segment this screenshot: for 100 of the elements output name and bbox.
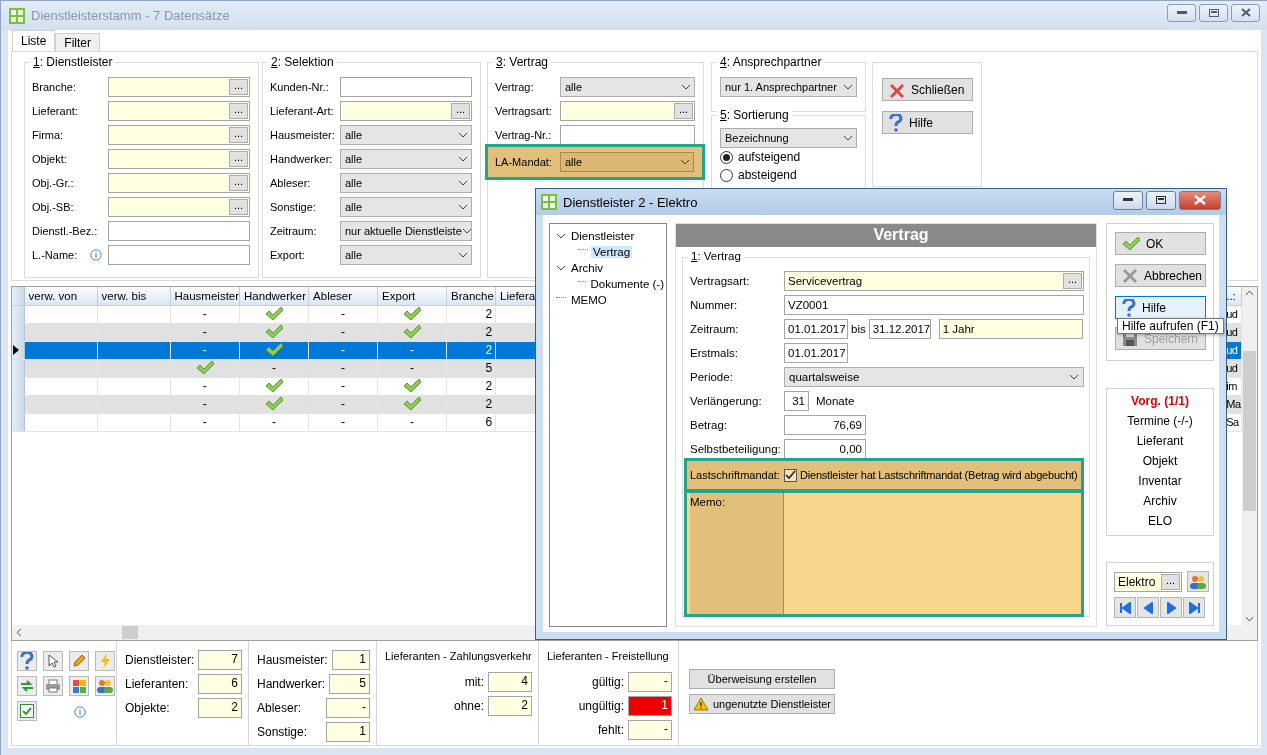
dropdown[interactable]: alle <box>340 197 472 217</box>
lookup-field[interactable]: Servicevertrag ... <box>784 271 1084 291</box>
tree-item[interactable]: MEMO <box>569 294 609 306</box>
collapse-icon[interactable] <box>556 232 566 240</box>
toolbar-button[interactable] <box>17 676 37 696</box>
minimize-button[interactable] <box>1167 3 1196 22</box>
dropdown[interactable]: nur aktuelle Dienstleiste <box>340 221 472 241</box>
tab[interactable]: Liste <box>12 30 56 51</box>
lookup-field[interactable]: ... <box>108 101 250 121</box>
help-button[interactable]: Hilfe <box>1115 296 1206 319</box>
column-header[interactable]: verw. bis <box>97 287 170 305</box>
toolbar-button[interactable] <box>69 676 89 696</box>
toolbar-button[interactable] <box>43 676 63 696</box>
scroll-left-icon[interactable] <box>16 628 22 637</box>
nav-link[interactable]: Objekt <box>1142 454 1178 470</box>
lookup-field[interactable]: ... <box>108 173 250 193</box>
amount-field[interactable]: 76,69 <box>784 415 866 435</box>
dropdown[interactable]: alle <box>340 173 472 193</box>
nav-link[interactable]: Termine (-/-) <box>1127 414 1193 430</box>
lookup-field[interactable]: ... <box>560 101 695 121</box>
toolbar-button[interactable] <box>95 676 115 696</box>
dropdown[interactable]: nur 1. Ansprechpartner <box>720 77 857 97</box>
dropdown[interactable]: quartalsweise <box>784 367 1084 387</box>
browse-button[interactable]: ... <box>1161 573 1180 590</box>
close-button[interactable]: Schließen <box>882 78 973 101</box>
last-button[interactable] <box>1183 597 1205 618</box>
tab[interactable]: Filter <box>55 33 101 51</box>
browse-button[interactable]: ... <box>1063 273 1082 289</box>
text-field[interactable] <box>108 245 250 265</box>
browse-button[interactable]: ... <box>229 175 248 191</box>
first-button[interactable] <box>1114 597 1136 618</box>
text-field[interactable] <box>560 125 695 145</box>
dropdown[interactable]: Bezeichnung <box>720 128 857 148</box>
dropdown[interactable]: alle <box>560 77 695 97</box>
browse-button[interactable]: ... <box>229 199 248 215</box>
cancel-button[interactable]: Abbrechen <box>1115 264 1206 287</box>
scrollbar-thumb[interactable] <box>1243 351 1256 511</box>
collapse-icon[interactable] <box>556 264 566 272</box>
nav-link[interactable]: Archiv <box>1143 494 1177 510</box>
lookup-field[interactable]: ... <box>108 125 250 145</box>
scroll-down-icon[interactable] <box>1245 616 1254 622</box>
toolbar-button[interactable] <box>43 651 63 671</box>
scroll-up-icon[interactable] <box>1245 290 1254 296</box>
close-button[interactable] <box>1231 3 1260 22</box>
maximize-button[interactable] <box>1199 3 1228 22</box>
text-field[interactable] <box>340 77 472 97</box>
next-button[interactable] <box>1160 597 1182 618</box>
lookup-field[interactable]: Elektro ... <box>1114 571 1182 592</box>
date-field[interactable]: 01.01.2017 <box>784 319 848 339</box>
maximize-button[interactable] <box>1146 190 1176 210</box>
toolbar-button[interactable] <box>17 651 37 671</box>
lookup-field[interactable]: ... <box>340 101 472 121</box>
action-button[interactable]: Überweisung erstellen <box>689 669 835 689</box>
column-header[interactable]: Liefera <box>495 287 536 305</box>
duration-field[interactable]: 1 Jahr <box>938 319 1083 339</box>
browse-button[interactable]: ... <box>229 151 248 167</box>
nav-link[interactable]: ELO <box>1148 514 1172 530</box>
text-field[interactable]: VZ0001 <box>784 295 1084 315</box>
toolbar-button[interactable] <box>17 701 37 721</box>
dropdown[interactable]: alle <box>340 149 472 169</box>
column-header[interactable]: Export <box>377 287 447 305</box>
dropdown[interactable]: alle <box>560 152 694 172</box>
browse-button[interactable]: ... <box>229 103 248 119</box>
toolbar-button[interactable] <box>69 651 89 671</box>
nav-link[interactable]: Inventar <box>1138 474 1182 490</box>
browse-button[interactable]: ... <box>674 103 693 119</box>
column-header[interactable]: Ableser <box>308 287 378 305</box>
column-header[interactable]: Hausmeister <box>170 287 240 305</box>
action-button[interactable]: ungenutzte Dienstleister <box>689 694 835 714</box>
text-field[interactable] <box>108 221 250 241</box>
date-field[interactable]: 01.01.2017 <box>784 343 848 363</box>
checkbox[interactable] <box>784 468 797 482</box>
lookup-field[interactable]: ... <box>108 197 250 217</box>
tree-item[interactable]: Vertrag <box>591 246 633 258</box>
previous-button[interactable] <box>1137 597 1159 618</box>
tree-item[interactable]: Dokumente (-) <box>588 278 666 290</box>
dropdown[interactable]: alle <box>340 245 472 265</box>
lookup-field[interactable]: ... <box>108 77 250 97</box>
nav-link[interactable]: Lieferant <box>1136 434 1184 450</box>
column-header[interactable]: Branche <box>446 287 496 305</box>
browse-button[interactable]: ... <box>229 79 248 95</box>
radio-button[interactable] <box>720 168 733 182</box>
tree-item[interactable]: Archiv <box>569 262 605 274</box>
minimize-button[interactable] <box>1113 190 1143 210</box>
ok-button[interactable]: OK <box>1115 232 1206 255</box>
column-header[interactable]: Handwerker <box>239 287 309 305</box>
amount-field[interactable]: 0,00 <box>784 439 866 459</box>
tree-item[interactable]: Dienstleister <box>569 230 637 242</box>
radio-button[interactable] <box>720 150 733 164</box>
browse-button[interactable]: ... <box>451 103 470 119</box>
date-field[interactable]: 31.12.2017 <box>868 319 931 339</box>
help-button[interactable]: Hilfe <box>882 111 973 134</box>
column-header[interactable]: verw. von <box>24 287 97 305</box>
scrollbar-thumb[interactable] <box>122 626 138 639</box>
nav-link[interactable]: Vorg. (1/1) <box>1131 394 1189 410</box>
close-button[interactable] <box>1179 190 1221 210</box>
dropdown[interactable]: alle <box>340 125 472 145</box>
lookup-field[interactable]: ... <box>108 149 250 169</box>
people-button[interactable] <box>1187 571 1209 592</box>
browse-button[interactable]: ... <box>229 127 248 143</box>
